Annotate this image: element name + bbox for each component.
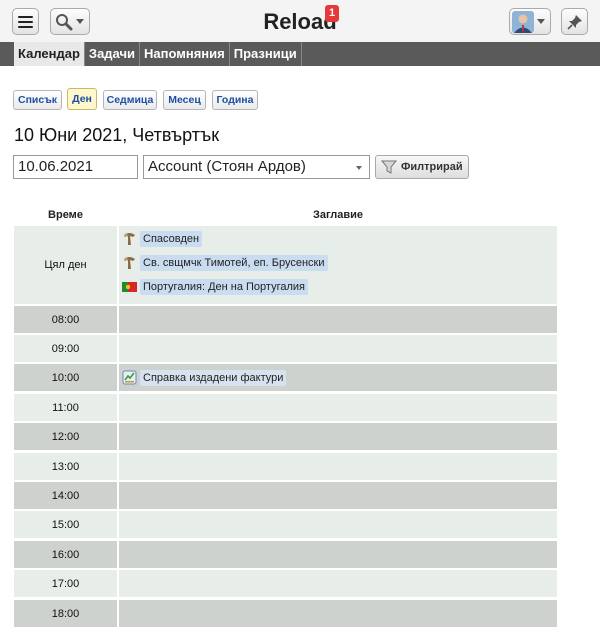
all-day-events: Спасовден Св. свщмчк Тимотей, еп. Брусен… — [119, 226, 557, 304]
pin-icon — [566, 14, 582, 30]
all-day-event[interactable]: Португалия: Ден на Португалия — [122, 278, 308, 295]
portugal-flag-icon — [122, 282, 137, 292]
hour-label: 17:00 — [14, 570, 117, 597]
filter-button-label: Филтрирай — [401, 161, 463, 173]
hour-slot[interactable] — [119, 335, 557, 362]
report-icon — [122, 370, 137, 385]
title-column-header: Заглавие — [312, 209, 364, 221]
avatar — [512, 10, 534, 33]
main-tabs: Календар Задачи Напомняния Празници — [0, 42, 600, 66]
tab-tasks[interactable]: Задачи — [85, 42, 140, 66]
tab-reminders[interactable]: Напомняния — [140, 42, 230, 66]
hour-slot[interactable] — [119, 511, 557, 538]
user-menu-button[interactable] — [509, 8, 551, 35]
view-year-button[interactable]: Година — [212, 90, 258, 110]
hour-label: 09:00 — [14, 335, 117, 362]
hour-slot[interactable] — [119, 394, 557, 421]
view-week-button[interactable]: Седмица — [103, 90, 157, 110]
hour-slot[interactable] — [119, 306, 557, 333]
event-label: Португалия: Ден на Португалия — [140, 278, 308, 295]
holiday-icon — [124, 257, 135, 269]
event-label: Св. свщмчк Тимотей, еп. Брусенски — [140, 254, 328, 271]
table-header: Време Заглавие — [14, 205, 557, 225]
timed-event[interactable]: Справка издадени фактури — [122, 369, 287, 386]
all-day-event[interactable]: Спасовден — [122, 230, 203, 247]
hour-label: 11:00 — [14, 394, 117, 421]
hour-row[interactable]: 10:00 Справка издадени фактури — [14, 364, 557, 391]
event-label: Справка издадени фактури — [140, 369, 287, 386]
account-select[interactable]: Account (Стоян Ардов) — [143, 155, 370, 179]
pin-button[interactable] — [561, 8, 588, 35]
hour-label: 13:00 — [14, 453, 117, 480]
date-heading: 10 Юни 2021, Четвъртък — [14, 125, 220, 145]
notification-badge[interactable]: 1 — [325, 5, 339, 22]
chevron-down-icon — [537, 19, 545, 24]
hour-row[interactable]: 15:00 — [14, 511, 557, 538]
holiday-icon — [124, 233, 135, 245]
hour-row[interactable]: 16:00 — [14, 541, 557, 568]
chevron-down-icon — [356, 166, 362, 170]
hour-row[interactable]: 18:00 — [14, 600, 557, 627]
hour-row[interactable]: 17:00 — [14, 570, 557, 597]
app-header: Reload 1 — [0, 0, 600, 42]
filter-button[interactable]: Филтрирай — [375, 155, 469, 179]
funnel-icon — [381, 160, 397, 174]
all-day-row: Цял ден Спасовден Св. свщмчк Тимотей, еп… — [14, 226, 557, 304]
hour-label: 12:00 — [14, 423, 117, 450]
tab-calendar[interactable]: Календар — [14, 42, 85, 66]
hour-label: 16:00 — [14, 541, 117, 568]
tab-holidays[interactable]: Празници — [230, 42, 302, 66]
hour-label: 10:00 — [14, 364, 117, 391]
view-day-button[interactable]: Ден — [67, 88, 97, 110]
hour-label: 08:00 — [14, 306, 117, 333]
hour-row[interactable]: 08:00 — [14, 306, 557, 333]
hour-slot[interactable] — [119, 453, 557, 480]
hour-label: 15:00 — [14, 511, 117, 538]
hour-row[interactable]: 11:00 — [14, 394, 557, 421]
hour-label: 18:00 — [14, 600, 117, 627]
hour-slot[interactable] — [119, 600, 557, 627]
account-select-value: Account (Стоян Ардов) — [148, 158, 306, 175]
all-day-event[interactable]: Св. свщмчк Тимотей, еп. Брусенски — [122, 254, 328, 271]
hour-slot[interactable]: Справка издадени фактури — [119, 364, 557, 391]
hour-row[interactable]: 13:00 — [14, 453, 557, 480]
view-month-button[interactable]: Месец — [163, 90, 206, 110]
all-day-label: Цял ден — [14, 226, 117, 304]
hour-slot[interactable] — [119, 570, 557, 597]
view-list-button[interactable]: Списък — [13, 90, 62, 110]
hour-row[interactable]: 14:00 — [14, 482, 557, 509]
hour-row[interactable]: 09:00 — [14, 335, 557, 362]
hour-slot[interactable] — [119, 423, 557, 450]
hour-slot[interactable] — [119, 541, 557, 568]
hour-label: 14:00 — [14, 482, 117, 509]
hour-row[interactable]: 12:00 — [14, 423, 557, 450]
event-label: Спасовден — [140, 230, 203, 247]
hour-slot[interactable] — [119, 482, 557, 509]
date-field[interactable]: 10.06.2021 — [13, 155, 138, 179]
time-column-header: Време — [48, 209, 83, 221]
